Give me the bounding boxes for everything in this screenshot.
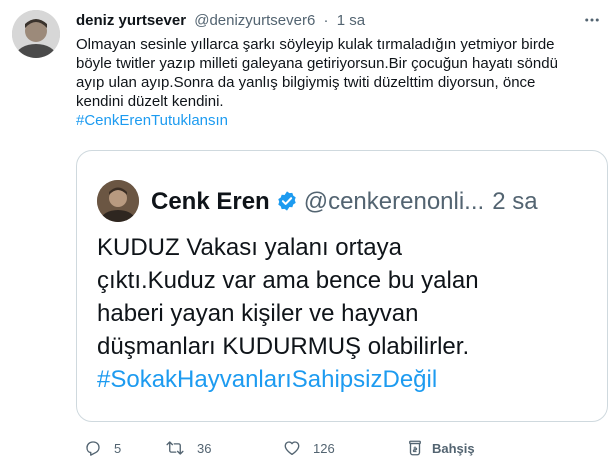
tweet-timestamp[interactable]: 1 sa [337,12,365,29]
heart-icon [283,439,301,457]
quoted-text-line: çıktı.Kuduz var ama bence bu yalan [97,267,479,294]
like-count: 126 [313,440,335,456]
retweet-icon [165,439,185,457]
more-horizontal-icon[interactable] [582,10,602,30]
quoted-text-line: haberi yayan kişiler ve hayvan [97,300,419,327]
quoted-text-line: düşmanları KUDURMUŞ olabilirler. [97,333,470,360]
tweet-text-line: Olmayan sesinle yıllarca şarkı söyleyip … [76,36,555,53]
quoted-timestamp[interactable]: 2 sa [492,188,537,215]
action-bar: 5 36 126 Bahşiş [76,437,606,459]
reply-icon [84,439,102,457]
reply-count: 5 [114,440,122,456]
tweet: deniz yurtsever @denizyurtsever6 · 1 sa … [0,0,614,466]
quoted-handle[interactable]: @cenkerenonli... [304,188,484,215]
user-handle[interactable]: @denizyurtsever6 [194,12,315,29]
hashtag-link[interactable]: #CenkErenTutuklansın [76,111,601,130]
tip-label: Bahşiş [432,440,475,456]
quoted-display-name[interactable]: Cenk Eren [151,188,270,215]
quoted-header: Cenk Eren @cenkerenonli... 2 sa [151,187,538,217]
tweet-text-line: ayıp ulan ayıp.Sonra da yanlış bilgiymiş… [76,74,536,91]
avatar[interactable] [12,10,60,58]
header-separator: · [323,12,329,29]
quoted-hashtag-link[interactable]: #SokakHayvanlarıSahipsizDeğil [97,363,597,396]
quoted-avatar[interactable] [97,180,139,222]
quoted-tweet[interactable]: Cenk Eren @cenkerenonli... 2 sa KUDUZ Vaka… [76,150,608,422]
verified-badge-icon [276,190,298,212]
tweet-header: deniz yurtsever @denizyurtsever6 · 1 sa [76,11,365,31]
retweet-button[interactable]: 36 [165,437,211,459]
reply-button[interactable]: 5 [84,437,121,459]
quoted-text-line: KUDUZ Vakası yalanı ortaya [97,234,403,261]
tip-jar-icon [406,439,424,457]
retweet-count: 36 [197,440,212,456]
like-button[interactable]: 126 [283,437,335,459]
quoted-text: KUDUZ Vakası yalanı ortaya çıktı.Kuduz v… [97,231,597,396]
tweet-text-line: böyle twitler yazıp milleti galeyana get… [76,55,558,72]
tweet-text-line: kendini düzelt kendini. [76,93,224,110]
tip-button[interactable]: Bahşiş [406,437,475,459]
tweet-text: Olmayan sesinle yıllarca şarkı söyleyip … [76,35,601,130]
display-name[interactable]: deniz yurtsever [76,12,186,29]
